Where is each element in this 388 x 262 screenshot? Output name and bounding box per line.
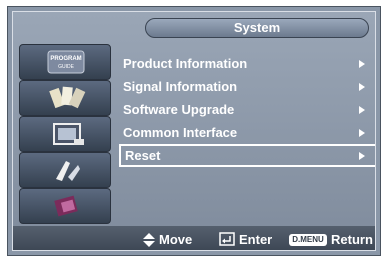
category-sidebar: PROGRAM GUIDE — [19, 44, 111, 226]
menu-item-signal-information[interactable]: Signal Information — [119, 75, 375, 98]
setup-icon — [54, 195, 78, 217]
menu-item-reset[interactable]: Reset — [119, 144, 375, 167]
enter-hint: Enter — [239, 232, 273, 247]
program-guide-logo-text: PROGRAM — [50, 56, 81, 62]
picture-icon — [53, 123, 84, 145]
move-hint: Move — [159, 232, 193, 247]
enter-icon — [219, 232, 235, 246]
sidebar-item-program-guide[interactable]: PROGRAM GUIDE — [19, 44, 111, 80]
chevron-right-icon — [359, 129, 365, 137]
chevron-right-icon — [359, 152, 365, 160]
chevron-right-icon — [359, 106, 365, 114]
program-guide-icon: PROGRAM GUIDE — [47, 50, 85, 74]
key-hint-footer: Move Enter D.MENU Return — [13, 226, 375, 250]
channel-icon — [49, 86, 86, 109]
menu-item-label: Product Information — [123, 56, 248, 71]
sidebar-item-picture[interactable] — [19, 116, 111, 152]
system-menu-list: Product Information Signal Information S… — [119, 52, 375, 167]
up-down-arrow-icon — [143, 233, 155, 247]
menu-item-label: Common Interface — [123, 125, 238, 140]
osd-panel: System PROGRAM GUIDE Product Information… — [7, 6, 381, 256]
sound-icon — [56, 161, 80, 181]
chevron-right-icon — [359, 60, 365, 68]
menu-item-common-interface[interactable]: Common Interface — [119, 121, 375, 144]
sidebar-item-sound[interactable] — [19, 152, 111, 188]
dmenu-key-icon: D.MENU — [289, 234, 327, 246]
menu-item-label: Software Upgrade — [123, 102, 235, 117]
menu-item-label: Reset — [125, 148, 161, 163]
sidebar-item-channel[interactable] — [19, 80, 111, 116]
program-guide-logo-subtext: GUIDE — [58, 64, 75, 70]
menu-item-software-upgrade[interactable]: Software Upgrade — [119, 98, 375, 121]
menu-item-product-information[interactable]: Product Information — [119, 52, 375, 75]
menu-item-label: Signal Information — [123, 79, 238, 94]
menu-title: System — [145, 18, 369, 38]
sidebar-item-setup[interactable] — [19, 188, 111, 224]
return-hint: Return — [331, 232, 373, 247]
osd-inner: System PROGRAM GUIDE Product Information… — [12, 11, 376, 251]
chevron-right-icon — [359, 83, 365, 91]
